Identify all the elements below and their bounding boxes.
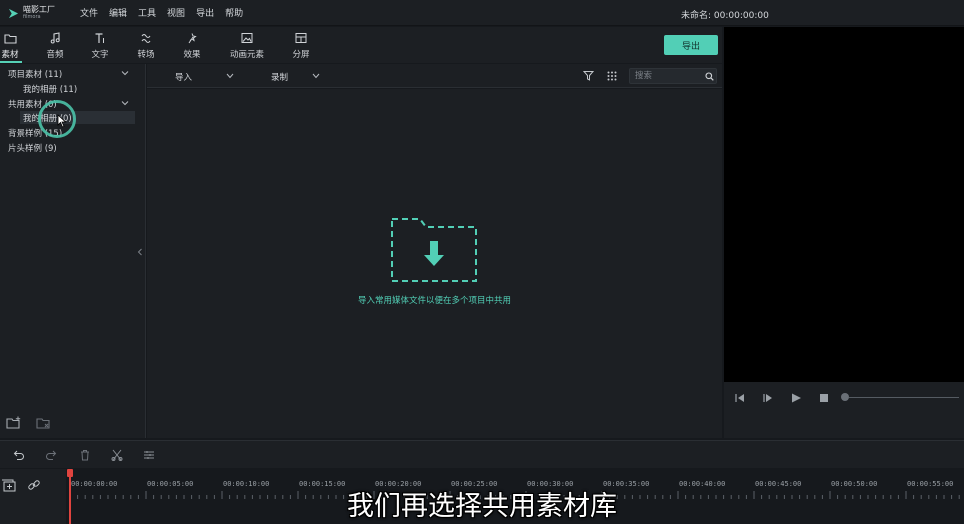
tab-effects[interactable]: 效果: [172, 31, 212, 60]
library-intro-samples[interactable]: 片头样例 (9): [8, 142, 57, 154]
import-dropdown[interactable]: 导入: [175, 71, 192, 83]
text-icon: [93, 31, 107, 45]
cut-icon[interactable]: [111, 449, 123, 461]
preview-screen: [724, 27, 964, 382]
tab-effects-label: 效果: [183, 50, 201, 60]
tab-media[interactable]: 素材: [0, 31, 30, 60]
library-panel: 项目素材 (11) 我的相册 (11) 共用素材 (0) 我的相册 (0) 背景…: [0, 64, 146, 438]
split-screen-icon: [294, 31, 308, 45]
empty-state-text: 导入常用媒体文件以便在多个项目中共用: [357, 296, 511, 306]
filter-icon[interactable]: [583, 70, 594, 81]
collapse-panel-icon[interactable]: [137, 248, 143, 256]
logo-icon: [8, 8, 19, 18]
add-folder-icon[interactable]: [6, 416, 22, 430]
menu-export[interactable]: 导出: [196, 6, 214, 19]
menu-view[interactable]: 视图: [167, 6, 185, 19]
media-toolbar: 导入 录制: [147, 64, 722, 88]
toolbar: 素材 音频 文字 转场 效果 动画元素 分屏: [0, 27, 722, 63]
tab-audio[interactable]: 音频: [35, 31, 75, 60]
logo-subtext: filmora: [23, 14, 41, 20]
play-frame-icon[interactable]: [762, 392, 774, 404]
search-icon[interactable]: [705, 72, 714, 81]
redo-icon[interactable]: [45, 449, 57, 461]
project-title: 未命名: 00:00:00:00: [681, 11, 769, 21]
tab-audio-label: 音频: [46, 50, 64, 60]
grid-view-icon[interactable]: [607, 71, 617, 81]
import-folder-icon[interactable]: [390, 217, 478, 283]
export-button[interactable]: 导出: [664, 35, 718, 55]
app-logo: 喵影工厂 filmora: [8, 4, 55, 22]
tab-split-screen[interactable]: 分屏: [281, 31, 321, 60]
search-input[interactable]: [635, 70, 701, 82]
chevron-down-icon[interactable]: [121, 69, 129, 77]
record-dropdown[interactable]: 录制: [271, 71, 288, 83]
stop-icon[interactable]: [818, 392, 830, 404]
tab-elements[interactable]: 动画元素: [227, 31, 267, 60]
active-tab-indicator: [0, 61, 22, 63]
music-note-icon: [48, 31, 62, 45]
delete-icon[interactable]: [79, 449, 91, 461]
menu-file[interactable]: 文件: [80, 6, 98, 19]
tab-text-label: 文字: [91, 50, 109, 60]
timeline-toolbar: [0, 440, 964, 468]
tab-elements-label: 动画元素: [229, 50, 264, 60]
library-project-media[interactable]: 项目素材 (11): [8, 68, 62, 80]
folder-icon: [3, 31, 17, 45]
chevron-down-icon[interactable]: [121, 99, 129, 107]
adjust-icon[interactable]: [143, 449, 155, 461]
prev-frame-icon[interactable]: [734, 392, 746, 404]
video-subtitle: 我们再选择共用素材库: [347, 491, 617, 522]
chevron-down-icon[interactable]: [226, 73, 234, 79]
tab-transition-label: 转场: [137, 50, 155, 60]
preview-controls: [724, 382, 964, 438]
image-icon: [240, 31, 254, 45]
tab-split-screen-label: 分屏: [292, 50, 310, 60]
tab-media-label: 素材: [1, 50, 19, 60]
search-box: [629, 68, 717, 84]
library-project-album[interactable]: 我的相册 (11): [23, 83, 77, 95]
preview-scrubber-handle[interactable]: [841, 393, 849, 401]
chevron-down-icon[interactable]: [312, 73, 320, 79]
menu-help[interactable]: 帮助: [225, 6, 243, 19]
media-drop-area[interactable]: 导入常用媒体文件以便在多个项目中共用: [147, 89, 722, 438]
menu-tools[interactable]: 工具: [138, 6, 156, 19]
preview-scrubber[interactable]: [849, 397, 959, 398]
main-menu: 文件 编辑 工具 视图 导出 帮助: [80, 6, 254, 19]
menu-edit[interactable]: 编辑: [109, 6, 127, 19]
cursor-icon: [57, 114, 67, 128]
undo-icon[interactable]: [13, 449, 25, 461]
effects-icon: [185, 31, 199, 45]
menu-bar: 喵影工厂 filmora 文件 编辑 工具 视图 导出 帮助 未命名: 00:0…: [0, 0, 964, 26]
logo-text: 喵影工厂: [23, 5, 55, 14]
tab-transition[interactable]: 转场: [126, 31, 166, 60]
tab-text[interactable]: 文字: [80, 31, 120, 60]
transition-icon: [139, 31, 153, 45]
play-icon[interactable]: [790, 392, 802, 404]
delete-folder-icon[interactable]: [36, 416, 52, 430]
